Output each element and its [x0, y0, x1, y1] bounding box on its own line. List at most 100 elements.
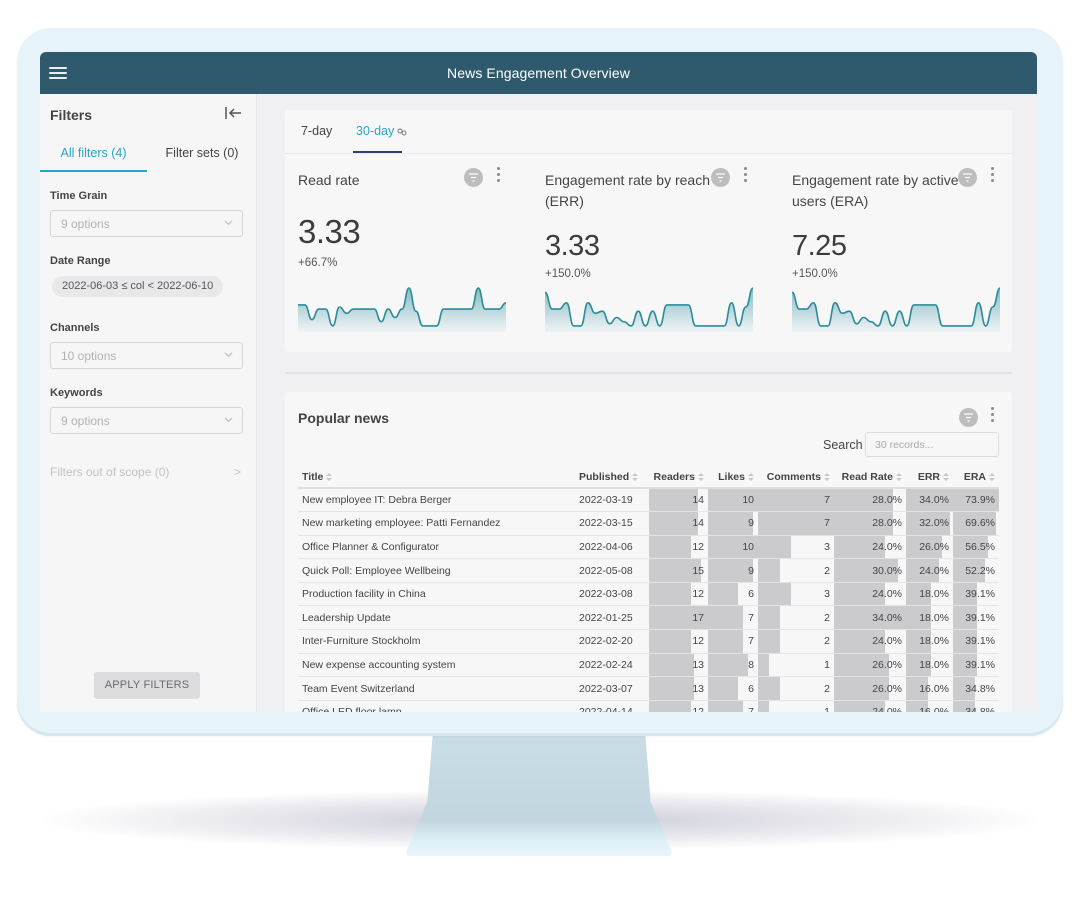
- time-grain-select[interactable]: 9 options: [50, 210, 243, 237]
- cell-err: 18.0%: [906, 653, 953, 678]
- cell-value: 26.0%: [872, 682, 902, 695]
- table-row[interactable]: Leadership Update 2022-01-25 17 7 2 34.0% 18.0…: [298, 605, 999, 631]
- cell-era: 34.8%: [953, 676, 999, 701]
- sparkline-err: [545, 287, 753, 332]
- sort-icon[interactable]: [989, 472, 995, 481]
- app-title: News Engagement Overview: [447, 65, 630, 81]
- table-row[interactable]: Team Event Switzerland 2022-03-07 13 6 2 26.0…: [298, 676, 999, 701]
- tab-30-day[interactable]: 30-day: [356, 124, 407, 138]
- chevron-right-icon: >: [233, 465, 241, 479]
- tab-all-filters[interactable]: All filters (4): [40, 138, 147, 172]
- cell-value: 24.0%: [872, 706, 902, 712]
- cell-era: 73.9%: [953, 488, 999, 513]
- sort-icon[interactable]: [632, 472, 639, 481]
- table-row[interactable]: Inter-Furniture Stockholm 2022-02-20 12 7 2 2…: [298, 629, 999, 654]
- filter-icon[interactable]: [464, 168, 483, 187]
- sort-icon[interactable]: [896, 472, 902, 481]
- cell-value: 32.0%: [919, 517, 949, 530]
- apply-filters-button[interactable]: APPLY FILTERS: [94, 672, 200, 699]
- chevron-down-icon: [224, 220, 233, 226]
- sparkline-read-rate: [298, 287, 506, 332]
- column-header-era[interactable]: ERA: [953, 466, 999, 489]
- collapse-sidebar-icon[interactable]: [223, 104, 243, 122]
- tab-7-day[interactable]: 7-day: [301, 124, 332, 138]
- filter-label-channels: Channels: [50, 322, 100, 334]
- link-icon[interactable]: [397, 128, 407, 136]
- sort-icon[interactable]: [824, 472, 830, 481]
- column-header-readers[interactable]: Readers: [649, 466, 708, 489]
- cell-value: 39.1%: [965, 635, 995, 648]
- cell-bar: [708, 653, 748, 676]
- cell-bar: [708, 512, 753, 535]
- column-header-published[interactable]: Published: [575, 466, 649, 489]
- search-input[interactable]: [865, 432, 999, 457]
- cell-bar: [649, 582, 691, 605]
- filters-out-of-scope[interactable]: Filters out of scope (0) >: [50, 465, 243, 479]
- cell-value: 34.0%: [919, 494, 949, 507]
- popular-news-panel: Popular news Search Title Published Reader…: [285, 392, 1012, 712]
- date-range-chip[interactable]: 2022-06-03 ≤ col < 2022-06-10: [52, 276, 224, 297]
- keywords-select[interactable]: 9 options: [50, 407, 243, 434]
- popular-news-title: Popular news: [298, 410, 390, 426]
- cell-value: 2022-03-08: [579, 588, 633, 601]
- dashboard-main: 7-day 30-day Read rate 3.33 +66.7% Engag…: [258, 94, 1037, 712]
- cell-bar: [708, 582, 738, 605]
- tab-filter-sets[interactable]: Filter sets (0): [147, 138, 257, 172]
- filter-icon[interactable]: [958, 168, 977, 187]
- filter-icon[interactable]: [959, 408, 978, 427]
- more-options-icon[interactable]: [988, 407, 996, 427]
- cell-value: New expense accounting system: [302, 658, 456, 671]
- table-header-row: Title Published Readers Likes Comments Read R…: [298, 466, 999, 489]
- cell-likes: 6: [708, 676, 758, 701]
- out-of-scope-label: Filters out of scope (0): [50, 465, 170, 479]
- cell-bar: [758, 582, 791, 605]
- cell-value: 18.0%: [919, 588, 949, 601]
- cell-value: 12: [692, 588, 704, 601]
- kpi-panel: 7-day 30-day Read rate 3.33 +66.7% Engag…: [285, 110, 1012, 352]
- table-row[interactable]: New employee IT: Debra Berger 2022-03-19 1…: [298, 488, 999, 513]
- table-row[interactable]: New marketing employee: Patti Fernandez 2…: [298, 511, 999, 536]
- column-header-title[interactable]: Title: [298, 466, 575, 489]
- sort-icon[interactable]: [326, 472, 333, 481]
- cell-bar: [758, 489, 834, 511]
- sort-icon[interactable]: [748, 472, 754, 481]
- cell-value: 2022-03-15: [579, 517, 633, 530]
- sidebar-title: Filters: [50, 107, 93, 123]
- filter-label-date-range: Date Range: [50, 255, 111, 267]
- cell-err: 18.0%: [906, 629, 953, 654]
- more-options-icon[interactable]: [494, 167, 502, 187]
- sparkline-line: [545, 287, 753, 327]
- menu-icon[interactable]: [49, 67, 67, 79]
- column-header-comments[interactable]: Comments: [758, 466, 834, 489]
- sort-icon[interactable]: [943, 472, 949, 481]
- column-header-err[interactable]: ERR: [906, 466, 953, 489]
- cell-value: Production facility in China: [302, 588, 426, 601]
- cell-value: 17: [692, 611, 704, 624]
- kpi-title: Read rate: [298, 172, 360, 188]
- time-grain-placeholder: 9 options: [61, 217, 110, 231]
- tab-7-day-label: 7-day: [301, 124, 333, 138]
- filter-icon[interactable]: [711, 168, 730, 187]
- kpi-change: +150.0%: [792, 268, 838, 280]
- cell-bar: [758, 700, 769, 712]
- cell-era: 56.5%: [953, 535, 999, 560]
- cell-readers: 15: [649, 558, 708, 583]
- table-row[interactable]: Office LED floor lamp 2022-04-14 12 7 1 24.0%…: [298, 700, 999, 712]
- column-header-read-rate[interactable]: Read Rate: [834, 466, 906, 489]
- cell-value: 2022-02-20: [579, 635, 633, 648]
- table-row[interactable]: New expense accounting system 2022-02-24 1…: [298, 653, 999, 678]
- cell-value: 3: [824, 588, 830, 601]
- app-header: News Engagement Overview: [40, 52, 1037, 94]
- cell-published: 2022-05-08: [575, 558, 649, 583]
- more-options-icon[interactable]: [741, 167, 749, 187]
- column-header-label: ERA: [963, 470, 986, 483]
- table-row[interactable]: Office Planner & Configurator 2022-04-06 1…: [298, 535, 999, 560]
- more-options-icon[interactable]: [988, 167, 996, 187]
- column-header-likes[interactable]: Likes: [708, 466, 758, 489]
- cell-value: 18.0%: [919, 635, 949, 648]
- sort-icon[interactable]: [698, 472, 704, 481]
- cell-likes: 10: [708, 535, 758, 560]
- channels-select[interactable]: 10 options: [50, 342, 243, 369]
- table-row[interactable]: Quick Poll: Employee Wellbeing 2022-05-08…: [298, 558, 999, 583]
- table-row[interactable]: Production facility in China 2022-03-08 12…: [298, 582, 999, 607]
